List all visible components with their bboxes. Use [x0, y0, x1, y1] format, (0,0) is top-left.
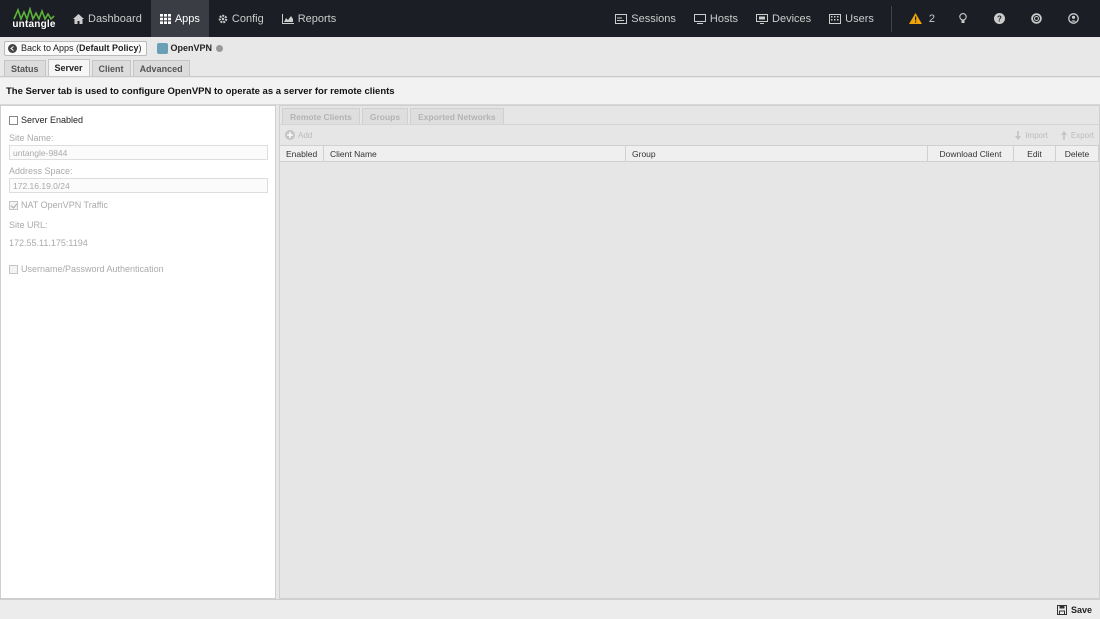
help-icon: ? [994, 13, 1005, 24]
app-name: OpenVPN [170, 43, 213, 53]
nav-users[interactable]: Users [820, 0, 883, 37]
server-enabled-label: Server Enabled [21, 115, 84, 125]
back-prefix: Back to Apps ( [21, 43, 80, 53]
nav-devices[interactable]: Devices [747, 0, 820, 37]
alerts-button[interactable]: 2 [900, 0, 944, 37]
column-enabled[interactable]: Enabled [280, 146, 324, 161]
svg-text:?: ? [997, 14, 1002, 23]
auth-label: Username/Password Authentication [21, 264, 164, 274]
tab-groups[interactable]: Groups [361, 108, 409, 124]
nat-checkbox[interactable] [9, 200, 18, 210]
untangle-logo[interactable]: untangle [4, 0, 64, 37]
back-to-apps-button[interactable]: Back to Apps (Default Policy) [4, 40, 147, 56]
grid-icon [159, 13, 171, 24]
site-name-input[interactable]: untangle-9844 [9, 145, 268, 160]
export-button[interactable]: Export [1060, 130, 1094, 140]
site-url-value: 172.55.11.175:1194 [9, 238, 88, 248]
tab-server[interactable]: Server [47, 59, 90, 76]
column-edit[interactable]: Edit [1014, 146, 1056, 161]
lifebuoy-icon [1031, 13, 1042, 24]
save-label: Save [1070, 604, 1092, 615]
add-circle-icon [285, 130, 295, 140]
clients-grid-header: Enabled Client Name Group Download Clien… [280, 145, 1099, 162]
support-button[interactable] [1018, 0, 1055, 37]
nav-divider [890, 5, 892, 32]
clients-panel: Remote Clients Groups Exported Networks … [279, 105, 1100, 599]
chart-icon [281, 13, 294, 24]
sessions-icon [615, 13, 628, 24]
column-group[interactable]: Group [626, 146, 928, 161]
gear-icon [218, 14, 228, 23]
column-delete[interactable]: Delete [1056, 146, 1099, 161]
hosts-icon [693, 13, 706, 24]
import-label: Import [1025, 130, 1048, 140]
nav-hosts[interactable]: Hosts [685, 0, 747, 37]
logo-text: untangle [12, 19, 56, 30]
column-client-name[interactable]: Client Name [324, 146, 626, 161]
export-label: Export [1070, 130, 1094, 140]
site-name-label: Site Name: [9, 133, 54, 143]
import-button[interactable]: Import [1014, 130, 1048, 140]
nat-row: NAT OpenVPN Traffic [9, 200, 267, 210]
nav-apps-label: Apps [174, 12, 200, 25]
app-header: Back to Apps (Default Policy) OpenVPN [0, 37, 1100, 59]
add-label: Add [298, 130, 313, 140]
server-enabled-row: Server Enabled [9, 115, 267, 125]
alert-count: 2 [928, 12, 935, 25]
back-suffix: ) [138, 43, 142, 53]
tab-remote-clients[interactable]: Remote Clients [282, 108, 360, 124]
nat-label: NAT OpenVPN Traffic [21, 200, 109, 210]
nav-hosts-label: Hosts [709, 12, 739, 25]
user-icon [1068, 13, 1079, 24]
account-button[interactable] [1055, 0, 1092, 37]
arrow-up-icon [1060, 130, 1067, 140]
address-space-label: Address Space: [9, 166, 73, 176]
nav-reports[interactable]: Reports [273, 0, 346, 37]
arrow-down-icon [1015, 130, 1022, 140]
tab-exported-networks[interactable]: Exported Networks [410, 108, 504, 124]
column-download-client[interactable]: Download Client [928, 146, 1014, 161]
add-button[interactable]: Add [285, 130, 312, 140]
openvpn-icon [156, 42, 168, 54]
footer-bar: Save [0, 599, 1100, 619]
app-tabs: Status Server Client Advanced [0, 59, 1100, 77]
server-enabled-checkbox[interactable] [9, 115, 18, 125]
app-status-dot [216, 44, 224, 52]
tab-status[interactable]: Status [4, 60, 46, 76]
save-button[interactable]: Save [1056, 604, 1092, 615]
tab-client[interactable]: Client [91, 60, 131, 76]
site-url-label: Site URL: [9, 220, 48, 230]
top-navigation: untangle Dashboard Apps Config Reports S… [0, 0, 1100, 37]
auth-row: Username/Password Authentication [9, 264, 267, 274]
nav-sessions-label: Sessions [631, 12, 676, 25]
help-button[interactable]: ? [981, 0, 1018, 37]
nav-sessions[interactable]: Sessions [606, 0, 685, 37]
tips-button[interactable] [944, 0, 981, 37]
users-icon [829, 13, 842, 24]
arrow-left-icon [8, 43, 17, 53]
devices-icon [756, 13, 769, 24]
nav-devices-label: Devices [772, 12, 812, 25]
lightbulb-icon [958, 13, 967, 23]
warning-icon [908, 13, 922, 24]
nav-config-label: Config [231, 12, 264, 25]
nav-users-label: Users [845, 12, 874, 25]
grid-toolbar: Add Import Export [280, 125, 1099, 145]
server-settings-panel: Server Enabled Site Name: untangle-9844 … [0, 105, 276, 599]
app-title: OpenVPN [156, 42, 224, 54]
nav-dashboard[interactable]: Dashboard [64, 0, 151, 37]
nav-config[interactable]: Config [209, 0, 273, 37]
auth-checkbox[interactable] [9, 264, 18, 274]
tab-description: The Server tab is used to configure Open… [0, 78, 1100, 105]
save-icon [1056, 604, 1067, 615]
home-icon [73, 13, 84, 24]
nav-dashboard-label: Dashboard [88, 12, 142, 25]
nav-apps[interactable]: Apps [150, 0, 209, 37]
nav-reports-label: Reports [297, 12, 337, 25]
back-policy: Default Policy [79, 43, 139, 53]
address-space-input[interactable]: 172.16.19.0/24 [9, 178, 268, 193]
tab-advanced[interactable]: Advanced [132, 60, 190, 76]
clients-sub-tabs: Remote Clients Groups Exported Networks [280, 106, 1099, 125]
